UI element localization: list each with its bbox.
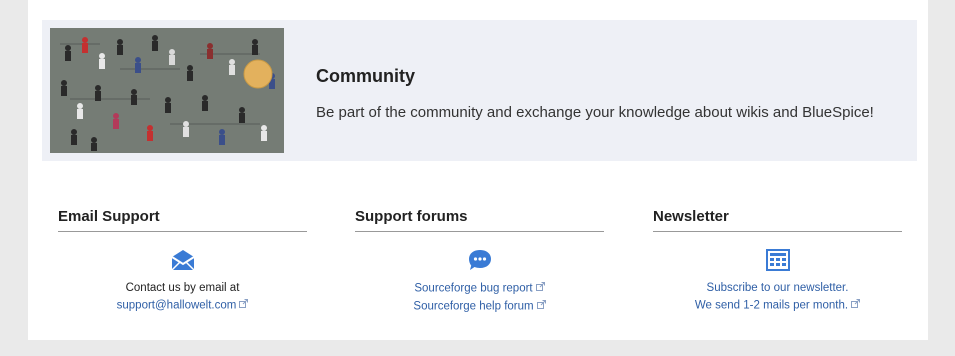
community-description: Be part of the community and exchange yo…: [316, 104, 874, 121]
email-support-section: Email Support Contact us by email at sup…: [58, 208, 307, 315]
email-support-heading: Email Support: [58, 208, 307, 232]
sourceforge-help-forum-link[interactable]: Sourceforge help forum: [413, 300, 533, 312]
community-panel: Community Be part of the community and e…: [42, 20, 917, 161]
email-link[interactable]: support@hallowelt.com: [117, 300, 237, 312]
sourceforge-bug-report-link[interactable]: Sourceforge bug report: [414, 283, 532, 295]
email-support-text: Contact us by email at support@hallowelt…: [58, 280, 307, 315]
newsletter-subscribe-link[interactable]: Subscribe to our newsletter.: [653, 280, 902, 297]
support-forums-heading: Support forums: [355, 208, 604, 232]
community-photo: [50, 28, 284, 153]
envelope-icon[interactable]: [58, 248, 307, 274]
external-link-icon: [535, 280, 545, 297]
newspaper-icon[interactable]: [653, 248, 902, 274]
newsletter-text: Subscribe to our newsletter. We send 1-2…: [653, 280, 902, 315]
email-contact-text: Contact us by email at: [125, 282, 240, 294]
newsletter-frequency-link[interactable]: We send 1-2 mails per month.: [695, 300, 848, 312]
crowd-photo-image: [50, 28, 284, 153]
chat-bubble-icon[interactable]: [355, 248, 604, 274]
support-forums-section: Support forums Sourceforge bug report So…: [355, 208, 604, 315]
external-link-icon: [851, 297, 861, 314]
support-card: Community Be part of the community and e…: [28, 0, 928, 340]
support-forums-links: Sourceforge bug report Sourceforge help …: [355, 280, 604, 315]
external-link-icon: [239, 297, 249, 314]
community-title: Community: [316, 66, 415, 86]
newsletter-section: Newsletter Subscribe to our newsletter. …: [653, 208, 902, 315]
external-link-icon: [536, 298, 546, 315]
newsletter-heading: Newsletter: [653, 208, 902, 232]
